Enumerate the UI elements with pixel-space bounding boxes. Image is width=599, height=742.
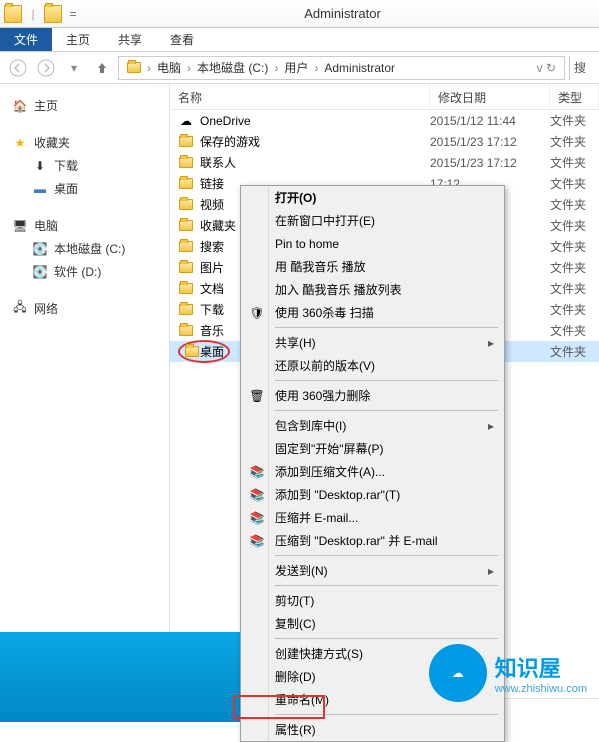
chevron-right-icon: ▸ (488, 564, 494, 578)
breadcrumb-item[interactable]: Administrator (320, 61, 399, 75)
network-icon: 🖧 (12, 301, 28, 317)
breadcrumb[interactable]: › 电脑 › 本地磁盘 (C:) › 用户 › Administrator v … (118, 56, 565, 80)
search-input[interactable]: 搜 (569, 56, 593, 80)
download-icon: ⬇ (32, 158, 48, 174)
sidebar-drive-d[interactable]: 💽 软件 (D:) (0, 260, 169, 283)
menu-item[interactable]: 发送到(N)▸ (241, 559, 504, 582)
chevron-right-icon: ▸ (488, 336, 494, 350)
menu-item[interactable]: 📚添加到压缩文件(A)... (241, 460, 504, 483)
shield-icon: 🛡 (247, 304, 267, 322)
column-type[interactable]: 类型 (550, 84, 599, 109)
menu-separator (275, 380, 498, 381)
sidebar-computer[interactable]: 🖥 电脑 (0, 214, 169, 237)
computer-icon: 🖥 (12, 218, 28, 234)
navigation-pane: 🏠 主页 ★ 收藏夹 ⬇ 下载 ▬ 桌面 🖥 电脑 💽 (0, 84, 170, 698)
menu-item[interactable]: 复制(C) (241, 612, 504, 635)
forward-button[interactable] (34, 56, 58, 80)
menu-separator (275, 555, 498, 556)
menu-item[interactable]: 📚压缩并 E-mail... (241, 506, 504, 529)
sidebar-desktop[interactable]: ▬ 桌面 (0, 177, 169, 200)
ribbon: 文件 主页 共享 查看 (0, 28, 599, 52)
menu-separator (275, 327, 498, 328)
watermark: ☁ 知识屋 www.zhishiwu.com (429, 644, 587, 702)
rar-icon: 📚 (247, 509, 267, 527)
drive-icon: 💽 (32, 264, 48, 280)
folder-icon (178, 176, 194, 192)
menu-item[interactable]: 包含到库中(I)▸ (241, 414, 504, 437)
menu-item[interactable]: 🛡使用 360杀毒 扫描 (241, 301, 504, 324)
folder-icon (178, 281, 194, 297)
up-button[interactable] (90, 56, 114, 80)
menu-separator (275, 714, 498, 715)
menu-item[interactable]: 属性(R) (241, 718, 504, 741)
tab-view[interactable]: 查看 (156, 28, 208, 51)
menu-item[interactable]: 固定到"开始"屏幕(P) (241, 437, 504, 460)
sidebar-home[interactable]: 🏠 主页 (0, 94, 169, 117)
navigation-bar: ▾ › 电脑 › 本地磁盘 (C:) › 用户 › Administrator … (0, 52, 599, 84)
menu-item[interactable]: Pin to home (241, 232, 504, 255)
folder-icon (178, 260, 194, 276)
menu-separator (275, 410, 498, 411)
tab-share[interactable]: 共享 (104, 28, 156, 51)
sidebar-network[interactable]: 🖧 网络 (0, 297, 169, 320)
chevron-right-icon: ▸ (488, 419, 494, 433)
tab-home[interactable]: 主页 (52, 28, 104, 51)
menu-item[interactable]: 用 酷我音乐 播放 (241, 255, 504, 278)
menu-separator (275, 585, 498, 586)
desktop-background (0, 632, 240, 722)
title-bar: | = Administrator (0, 0, 599, 28)
tab-file[interactable]: 文件 (0, 28, 52, 51)
folder-icon (178, 323, 194, 339)
menu-item[interactable]: 剪切(T) (241, 589, 504, 612)
menu-item[interactable]: 📚压缩到 "Desktop.rar" 并 E-mail (241, 529, 504, 552)
menu-item[interactable]: 🗑使用 360强力删除 (241, 384, 504, 407)
folder-icon (178, 134, 194, 150)
menu-separator (275, 638, 498, 639)
folder-icon (178, 197, 194, 213)
file-row[interactable]: 保存的游戏2015/1/23 17:12文件夹 (170, 131, 599, 152)
qat-divider: | (24, 5, 42, 23)
recent-dropdown[interactable]: ▾ (62, 56, 86, 80)
rar-icon: 📚 (247, 463, 267, 481)
breadcrumb-item[interactable]: 本地磁盘 (C:) (193, 59, 272, 76)
watermark-icon: ☁ (429, 644, 487, 702)
drive-icon: 💽 (32, 241, 48, 257)
menu-item[interactable]: 在新窗口中打开(E) (241, 209, 504, 232)
sidebar-drive-c[interactable]: 💽 本地磁盘 (C:) (0, 237, 169, 260)
folder-icon (178, 302, 194, 318)
folder-icon (184, 343, 200, 359)
rar-icon: 📚 (247, 532, 267, 550)
sidebar-favorites[interactable]: ★ 收藏夹 (0, 131, 169, 154)
folder-icon (4, 5, 22, 23)
star-icon: ★ (12, 135, 28, 151)
window-title: Administrator (86, 6, 599, 21)
menu-item[interactable]: 共享(H)▸ (241, 331, 504, 354)
qat-button[interactable] (44, 5, 62, 23)
menu-item[interactable]: 还原以前的版本(V) (241, 354, 504, 377)
cloud-icon: ☁ (178, 113, 194, 129)
home-icon: 🏠 (12, 98, 28, 114)
folder-icon (178, 155, 194, 171)
menu-item[interactable]: 加入 酷我音乐 播放列表 (241, 278, 504, 301)
trash-icon: 🗑 (247, 387, 267, 405)
rar-icon: 📚 (247, 486, 267, 504)
file-row[interactable]: 联系人2015/1/23 17:12文件夹 (170, 152, 599, 173)
menu-item[interactable]: 打开(O) (241, 186, 504, 209)
folder-icon (178, 218, 194, 234)
breadcrumb-item[interactable]: 用户 (280, 59, 312, 76)
menu-item[interactable]: 📚添加到 "Desktop.rar"(T) (241, 483, 504, 506)
qat-button[interactable]: = (64, 5, 82, 23)
column-headers[interactable]: 名称 修改日期 类型 (170, 84, 599, 110)
column-date[interactable]: 修改日期 (430, 84, 550, 109)
breadcrumb-item[interactable]: 电脑 (153, 59, 185, 76)
file-row[interactable]: ☁OneDrive2015/1/12 11:44文件夹 (170, 110, 599, 131)
column-name[interactable]: 名称 (170, 84, 430, 109)
refresh-dropdown[interactable]: v ↻ (533, 61, 560, 75)
desktop-icon: ▬ (32, 181, 48, 197)
folder-icon (178, 239, 194, 255)
back-button[interactable] (6, 56, 30, 80)
sidebar-downloads[interactable]: ⬇ 下载 (0, 154, 169, 177)
